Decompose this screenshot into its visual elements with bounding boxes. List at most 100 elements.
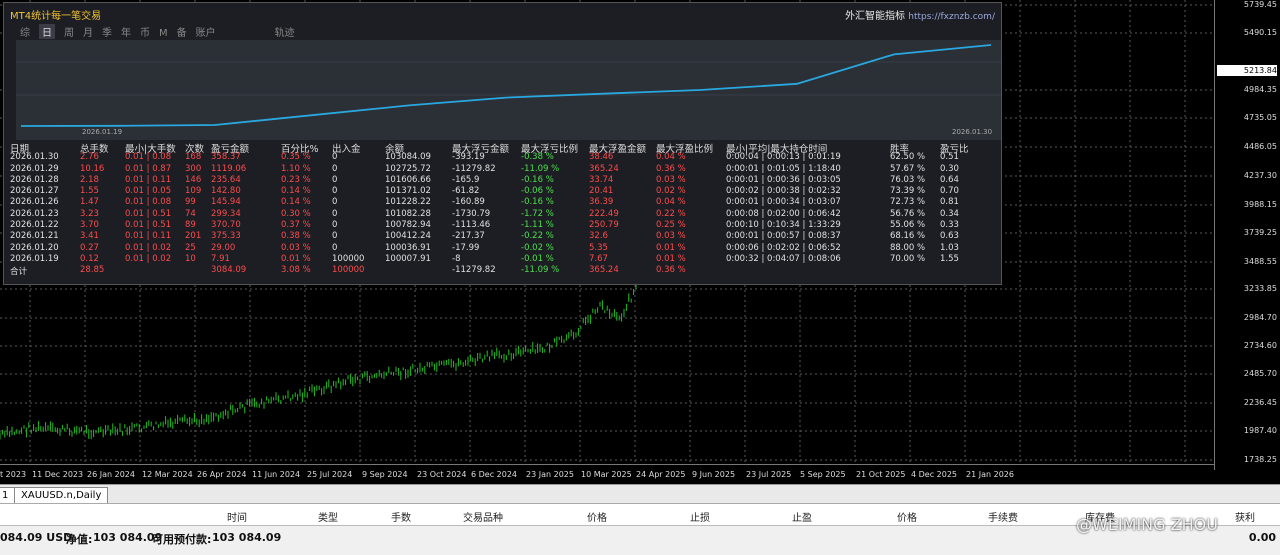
period-tab[interactable]: 轨迹 (275, 24, 295, 39)
trade-column-header[interactable]: 交易品种 (463, 509, 503, 524)
stats-cell: 2026.01.26 (10, 197, 59, 208)
stats-cell: 2026.01.19 (10, 253, 59, 264)
brand-url[interactable]: https://fxznzb.com/ (908, 12, 995, 22)
free-margin-value: 103 084.09 (212, 531, 282, 544)
stats-cell: 0 (332, 231, 338, 242)
stats-cell: -0.22 % (521, 231, 554, 242)
stats-row: 2026.01.22 3.70 0.01 | 0.51 89 370.70 0.37 % 0… (9, 220, 999, 231)
stats-cell: 2026.01.20 (10, 242, 59, 253)
price-tick: 4735.05 (1243, 113, 1277, 122)
stats-cell: -217.37 (452, 231, 485, 242)
stats-cell: 100007.91 (385, 253, 431, 264)
time-tick: 6 Dec 2024 (471, 470, 518, 479)
trade-column-header[interactable]: 止盈 (792, 509, 812, 524)
period-tab[interactable]: 月 (83, 24, 93, 39)
stats-cell: 1.55 (940, 253, 959, 264)
stats-cell: 0:00:01 | 0:00:36 | 0:03:05 (726, 174, 841, 185)
trade-column-header[interactable]: 价格 (897, 509, 917, 524)
stats-cell: 1.55 (80, 186, 99, 197)
period-tab[interactable]: 日 (39, 24, 55, 39)
stats-cell: 28.85 (80, 265, 105, 276)
stats-cell: 0.01 % (656, 242, 686, 253)
stats-cell: 102725.72 (385, 163, 431, 174)
trade-column-header[interactable]: 止损 (690, 509, 710, 524)
period-tab[interactable]: 账户 (196, 24, 216, 39)
stats-cell: 0.25 % (656, 220, 686, 231)
stats-cell: 33.74 (589, 174, 614, 185)
stats-cell: -61.82 (452, 186, 480, 197)
period-tab[interactable]: 周 (64, 24, 74, 39)
stats-cell: 20.41 (589, 186, 614, 197)
stats-cell: 146 (185, 174, 202, 185)
stats-cell: 0.38 % (281, 231, 311, 242)
stats-cell: 0.01 | 0.05 (125, 186, 172, 197)
period-tab[interactable]: M (159, 28, 168, 39)
stats-cell: 0 (332, 163, 338, 174)
chart-tab-xauusd[interactable]: XAUUSD.n,Daily (14, 487, 109, 503)
stats-cell: 142.80 (211, 186, 241, 197)
stats-cell: 0.70 (940, 186, 959, 197)
stats-cell: 3084.09 (211, 265, 247, 276)
stats-cell: 2026.01.22 (10, 220, 59, 231)
stats-cell: 168 (185, 152, 202, 163)
stats-cell: 0.12 (80, 253, 99, 264)
time-tick: 21 Jan 2026 (966, 470, 1014, 479)
trade-column-header[interactable]: 价格 (587, 509, 607, 524)
stats-cell: 55.06 % (890, 220, 926, 231)
stats-cell: 109 (185, 186, 202, 197)
price-tick: 2485.70 (1243, 369, 1277, 378)
stats-cell: 0.01 | 0.02 (125, 253, 172, 264)
stats-cell: 0.04 % (656, 197, 686, 208)
stats-cell: 68.16 % (890, 231, 926, 242)
stats-cell: 145.94 (211, 197, 241, 208)
stats-cell: 0.14 % (281, 197, 311, 208)
stats-cell: 0.01 % (656, 253, 686, 264)
panel-brand[interactable]: 外汇智能指标 https://fxznzb.com/ (845, 7, 995, 22)
trade-column-header[interactable]: 类型 (318, 509, 338, 524)
stats-header: 日期 总手数 最小|大手数 次数 盈亏金额 百分比% 出入金 余额 最大浮亏金额 最大浮亏比例 最大… (9, 141, 999, 155)
period-tab[interactable]: 备 (177, 24, 187, 39)
stats-cell: 0:00:02 | 0:00:38 | 0:02:32 (726, 186, 841, 197)
period-tab[interactable]: 季 (102, 24, 112, 39)
stats-cell: 2026.01.21 (10, 231, 59, 242)
stats-cell: 0.37 % (281, 220, 311, 231)
stats-row: 2026.01.26 1.47 0.01 | 0.08 99 145.94 0.14 % 0… (9, 197, 999, 208)
stats-cell: -11.09 % (521, 265, 560, 276)
trade-column-header[interactable]: 时间 (227, 509, 247, 524)
stats-cell: -1.11 % (521, 220, 554, 231)
watermark: @WEIMING ZHOU (1076, 515, 1218, 534)
period-tab[interactable]: 币 (140, 24, 150, 39)
price-tick: 4486.05 (1243, 142, 1277, 151)
stats-row: 2026.01.21 3.41 0.01 | 0.11 201 375.33 0.38 %… (9, 231, 999, 242)
stats-cell: 0.03 % (656, 174, 686, 185)
stats-cell: 0:00:32 | 0:04:07 | 0:08:06 (726, 253, 841, 264)
stats-cell: 0.01 | 0.08 (125, 152, 172, 163)
stats-cell: 0 (332, 197, 338, 208)
stats-cell: 0:00:08 | 0:02:00 | 0:06:42 (726, 208, 841, 219)
stats-cell: 0 (332, 152, 338, 163)
stats-cell: 7.91 (211, 253, 230, 264)
stats-row: 2026.01.19 0.12 0.01 | 0.02 10 7.91 0.01 % 100… (9, 254, 999, 265)
price-tick: 3488.55 (1243, 257, 1277, 266)
stats-cell: 0.36 % (656, 265, 686, 276)
stats-cell: 101371.02 (385, 186, 431, 197)
trade-column-header[interactable]: 手续费 (988, 509, 1018, 524)
stats-cell: 222.49 (589, 208, 619, 219)
stats-cell: 365.24 (589, 163, 619, 174)
stats-cell: 2026.01.27 (10, 186, 59, 197)
stats-cell: -393.19 (452, 152, 485, 163)
period-tab[interactable]: 综 (20, 24, 30, 39)
stats-cell: 72.73 % (890, 197, 926, 208)
period-tab[interactable]: 年 (121, 24, 131, 39)
stats-cell: 25 (185, 242, 196, 253)
stats-cell: 0.27 (80, 242, 99, 253)
stats-cell: 201 (185, 231, 202, 242)
trade-column-header[interactable]: 获利 (1235, 509, 1255, 524)
time-tick: 23 Jul 2025 (746, 470, 792, 479)
stats-cell: 0.01 | 0.87 (125, 163, 172, 174)
stats-table: 日期 总手数 最小|大手数 次数 盈亏金额 百分比% 出入金 余额 最大浮亏金额 最大浮亏比例 最大… (9, 141, 999, 277)
trade-column-header[interactable]: 手数 (391, 509, 411, 524)
stats-cell: -0.16 % (521, 197, 554, 208)
stats-cell: 99 (185, 197, 196, 208)
stats-cell: 0.36 % (656, 163, 686, 174)
